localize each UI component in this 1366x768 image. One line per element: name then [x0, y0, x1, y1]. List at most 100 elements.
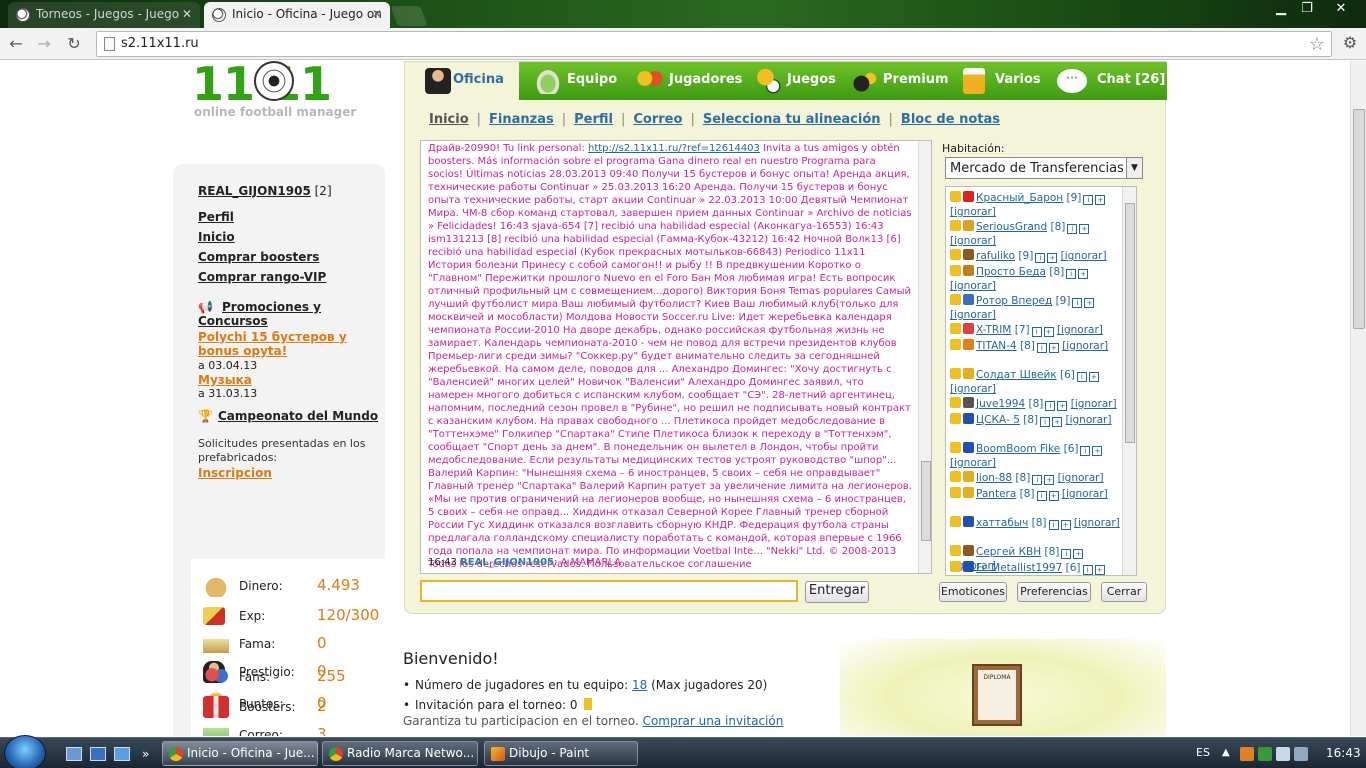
- nav-tab-oficina[interactable]: Oficina: [405, 62, 519, 100]
- explorer-icon[interactable]: [90, 747, 106, 761]
- ignore-link[interactable]: [ignorar]: [950, 280, 996, 292]
- close-chat-button[interactable]: Cerrar: [1101, 582, 1147, 602]
- nav-tab-jugadores[interactable]: Jugadores: [637, 62, 749, 100]
- nav-tab-equipo[interactable]: Equipo: [535, 62, 621, 100]
- scroll-thumb[interactable]: [1353, 109, 1365, 329]
- subnav-correo[interactable]: Correo: [633, 112, 682, 127]
- user-name[interactable]: Красный_Барон: [976, 192, 1063, 204]
- close-window-icon[interactable]: ✕: [1324, 0, 1358, 20]
- close-tab-icon[interactable]: ✕: [182, 7, 192, 21]
- promo-link-musica[interactable]: Музыка: [198, 373, 383, 387]
- user-name[interactable]: Ротор Вперед: [976, 295, 1052, 307]
- user-name[interactable]: Juve1994: [976, 398, 1025, 410]
- volume-icon[interactable]: [1294, 747, 1308, 761]
- clock[interactable]: 16:43: [1326, 746, 1361, 760]
- info-icon[interactable]: i: [1040, 417, 1051, 427]
- promotions-header[interactable]: 📢 Promociones y Concursos: [198, 300, 385, 328]
- message-icon[interactable]: +: [1057, 401, 1068, 411]
- info-icon[interactable]: i: [1036, 491, 1047, 501]
- info-icon[interactable]: i: [1066, 269, 1077, 279]
- address-bar[interactable]: s2.11x11.ru ☆: [96, 31, 1332, 57]
- chat-username[interactable]: REAL_GIJON1905: [460, 557, 554, 568]
- info-icon[interactable]: i: [1083, 195, 1094, 205]
- tray-security-icon[interactable]: [1258, 747, 1272, 761]
- message-icon[interactable]: +: [1084, 298, 1095, 308]
- message-icon[interactable]: +: [1044, 475, 1055, 485]
- bookmark-star-icon[interactable]: ☆: [1309, 34, 1325, 55]
- user-name[interactable]: Сергей КВН: [976, 546, 1041, 558]
- ignore-link[interactable]: [ignorar]: [950, 235, 996, 247]
- language-indicator[interactable]: ES: [1196, 746, 1210, 759]
- username-link[interactable]: REAL_GIJON1905: [198, 184, 311, 198]
- nav-tab-varios[interactable]: Varios: [963, 62, 1045, 100]
- task-manager-icon[interactable]: [114, 747, 130, 761]
- ignore-link[interactable]: [ignorar]: [1071, 398, 1117, 410]
- chat-message-input[interactable]: [420, 580, 798, 602]
- sidebar-link-inicio[interactable]: Inicio: [198, 230, 235, 244]
- tray-app-icon[interactable]: [1240, 747, 1254, 761]
- sidebar-link-comprar-vip[interactable]: Comprar rango-VIP: [198, 270, 326, 284]
- ignore-link[interactable]: [ignorar]: [950, 206, 996, 218]
- ignore-link[interactable]: [ignorar]: [950, 309, 996, 321]
- message-icon[interactable]: +: [1078, 269, 1089, 279]
- close-tab-icon[interactable]: ✕: [372, 7, 382, 21]
- user-name[interactable]: SeriousGrand: [976, 221, 1047, 233]
- message-icon[interactable]: +: [1052, 417, 1063, 427]
- browser-tab-inicio[interactable]: Inicio - Oficina - Juego on ✕: [204, 2, 390, 28]
- minimize-icon[interactable]: ▁: [1268, 0, 1294, 20]
- info-icon[interactable]: i: [1031, 327, 1042, 337]
- message-icon[interactable]: +: [1060, 520, 1071, 530]
- info-icon[interactable]: i: [1061, 549, 1072, 559]
- message-icon[interactable]: +: [1092, 446, 1103, 456]
- message-icon[interactable]: +: [1047, 253, 1058, 263]
- users-scrollbar[interactable]: [1122, 187, 1136, 575]
- info-icon[interactable]: i: [1072, 298, 1083, 308]
- room-select[interactable]: Mercado de Transferencias ▼: [945, 157, 1143, 179]
- browser-tab-torneos[interactable]: Torneos - Juegos - Juego ✕: [8, 2, 200, 28]
- ignore-link[interactable]: [ignorar]: [950, 457, 996, 469]
- ignore-link[interactable]: [ignorar]: [1066, 414, 1112, 426]
- user-name[interactable]: X-TRIM: [976, 324, 1011, 336]
- user-name[interactable]: rafuliko: [976, 250, 1015, 262]
- scroll-thumb[interactable]: [921, 461, 931, 541]
- user-name[interactable]: lion-88: [976, 472, 1012, 484]
- info-icon[interactable]: i: [1082, 565, 1093, 575]
- taskbar-item-paint[interactable]: Dibujo - Paint: [484, 741, 638, 766]
- back-arrow-icon[interactable]: ←: [6, 34, 26, 54]
- message-icon[interactable]: +: [1079, 224, 1090, 234]
- info-icon[interactable]: i: [1045, 401, 1056, 411]
- preferences-button[interactable]: Preferencias: [1017, 582, 1091, 602]
- subnav-bloc-notas[interactable]: Bloc de notas: [901, 112, 1000, 127]
- promo-link-boosters[interactable]: Polуchi 15 бустеров y bonus opyta!: [198, 330, 383, 358]
- maximize-icon[interactable]: ❐: [1294, 0, 1320, 20]
- user-name[interactable]: Просто Беда: [976, 266, 1046, 278]
- user-name[interactable]: BoomBoom Fike: [976, 443, 1060, 455]
- message-icon[interactable]: +: [1048, 491, 1059, 501]
- sidebar-link-perfil[interactable]: Perfil: [198, 210, 234, 224]
- nav-tab-premium[interactable]: Premium: [851, 62, 951, 100]
- registration-link[interactable]: Inscripcion: [198, 466, 383, 480]
- ignore-link[interactable]: [ignorar]: [1074, 517, 1120, 529]
- buy-invitation-link[interactable]: Comprar una invitación: [643, 714, 784, 728]
- emoticons-button[interactable]: Emoticones: [939, 582, 1007, 602]
- info-icon[interactable]: i: [1032, 475, 1043, 485]
- ignore-link[interactable]: [ignorar]: [1062, 340, 1108, 352]
- start-button[interactable]: [4, 735, 46, 768]
- user-name[interactable]: Fc Metallist1997: [976, 562, 1062, 574]
- chat-messages[interactable]: Драйв-20990! Tu link personal: http://s2…: [420, 140, 932, 574]
- nav-tab-chat[interactable]: ··· Chat [26]: [1057, 62, 1165, 100]
- show-desktop-icon[interactable]: [66, 747, 82, 761]
- message-icon[interactable]: +: [1073, 549, 1084, 559]
- info-icon[interactable]: i: [1067, 224, 1078, 234]
- message-icon[interactable]: +: [1088, 372, 1099, 382]
- nav-tab-juegos[interactable]: Juegos: [755, 62, 841, 100]
- page-scrollbar[interactable]: [1350, 61, 1366, 736]
- site-logo[interactable]: 11 11 online football manager: [192, 61, 372, 121]
- ignore-link[interactable]: [ignorar]: [1057, 324, 1103, 336]
- tray-expand-icon[interactable]: ▲: [1222, 747, 1236, 761]
- message-icon[interactable]: +: [1095, 195, 1106, 205]
- ignore-link[interactable]: [ignorar]: [1062, 488, 1108, 500]
- subnav-perfil[interactable]: Perfil: [574, 112, 613, 127]
- ignore-link[interactable]: [ignorar]: [1058, 472, 1104, 484]
- subnav-alineacion[interactable]: Selecciona tu alineación: [703, 112, 881, 127]
